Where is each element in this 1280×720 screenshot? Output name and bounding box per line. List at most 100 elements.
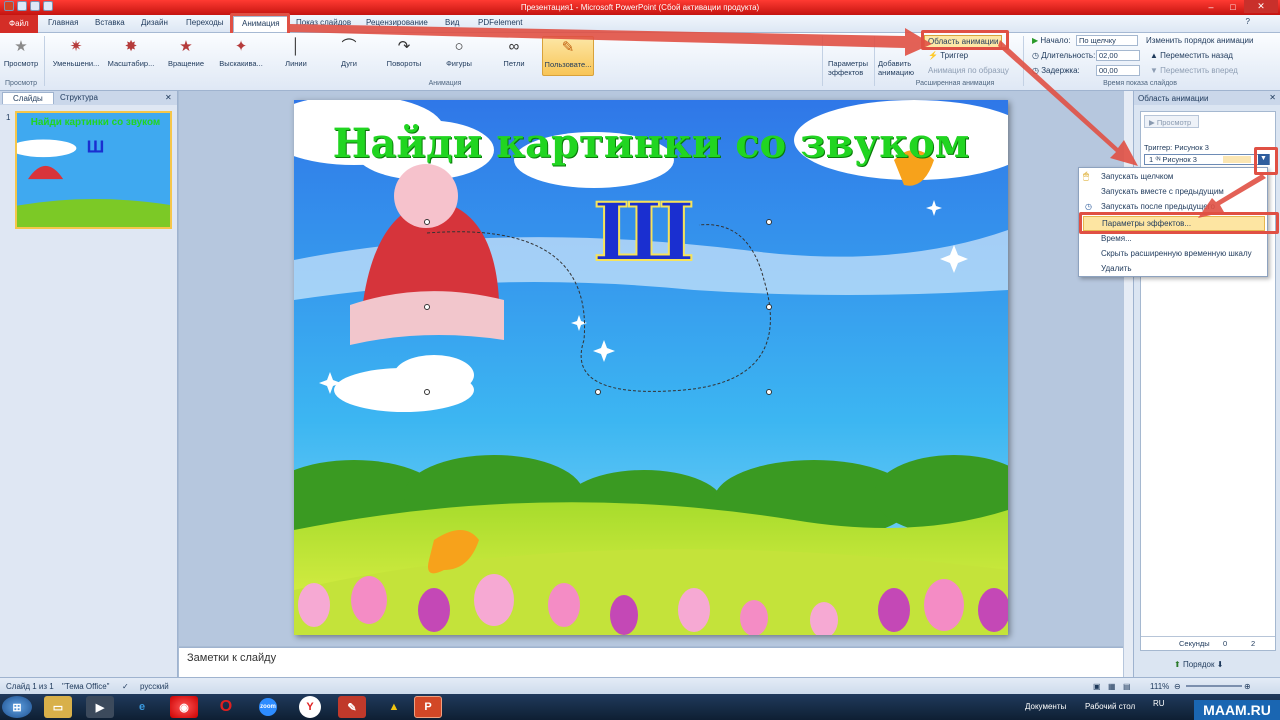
explorer-icon[interactable]: ▭ — [44, 696, 72, 718]
slide-thumbnail[interactable]: Найди картинки со звуком Ш — [15, 111, 172, 229]
zoom-app-icon[interactable]: zoom — [254, 696, 282, 718]
help-icon[interactable]: ? — [1246, 17, 1250, 26]
clock-icon: ◷ — [1032, 51, 1039, 60]
start-select[interactable]: По щелчку — [1076, 35, 1138, 46]
window-title: Презентация1 - Microsoft PowerPoint (Сбо… — [520, 3, 760, 12]
arrow-down-icon[interactable]: ⬇ — [1217, 660, 1224, 669]
desktop-toolbar[interactable]: Рабочий стол — [1085, 702, 1135, 711]
burst-star-icon: ✸ — [124, 38, 138, 55]
tab-transitions[interactable]: Переходы — [186, 18, 224, 27]
close-pane-icon[interactable]: ✕ — [165, 93, 172, 102]
spellcheck-icon[interactable]: ✓ — [122, 682, 129, 691]
move-back-button[interactable]: ▲ Переместить назад — [1150, 51, 1233, 60]
menu-item-start-after-previous[interactable]: Запускать после предыдущего — [1101, 202, 1215, 211]
anim-arcs[interactable]: ⌒ Дуги — [323, 36, 375, 76]
duration-label: ◷ Длительность: — [1032, 51, 1095, 60]
anim-custom[interactable]: ✎ Пользовате... — [542, 36, 594, 76]
tab-view[interactable]: Вид — [445, 18, 459, 27]
animation-painter-button[interactable]: Анимация по образцу — [928, 66, 1009, 75]
zoom-in-icon[interactable]: ⊕ — [1244, 682, 1251, 691]
clock-icon: ◷ — [1085, 202, 1092, 211]
view-normal-icon[interactable]: ▣ — [1093, 682, 1101, 691]
zoom-slider[interactable] — [1186, 685, 1242, 687]
anim-turns[interactable]: ↷ Повороты — [378, 36, 430, 76]
add-animation-button[interactable]: Добавить анимацию — [878, 59, 920, 77]
arrow-up-icon[interactable]: ⬆ — [1174, 660, 1181, 669]
language-indicator[interactable]: RU — [1153, 699, 1165, 708]
animation-item-label: 1 ⁽ᴺ Рисунок 3 — [1149, 155, 1197, 164]
start-button-icon[interactable]: ⊞ — [2, 696, 32, 718]
view-reading-icon[interactable]: ▤ — [1123, 682, 1131, 691]
anim-label: Выскакива... — [219, 59, 263, 68]
tab-insert[interactable]: Вставка — [95, 18, 125, 27]
svg-text:Найди картинки со звуком: Найди картинки со звуком — [31, 117, 160, 128]
close-pane-icon[interactable]: ✕ — [1269, 93, 1276, 102]
zoom-level[interactable]: 111% — [1150, 682, 1169, 691]
anim-shrink[interactable]: ✷ Уменьшени... — [50, 36, 102, 76]
reorder-label: Изменить порядок анимации — [1146, 36, 1254, 45]
close-icon[interactable]: ✕ — [1244, 0, 1278, 13]
trigger-label: Триггер: Рисунок 3 — [1144, 143, 1209, 152]
anim-bounce[interactable]: ✦ Выскакива... — [215, 36, 267, 76]
menu-item-timing[interactable]: Время... — [1101, 234, 1132, 243]
clock-icon: ◷ — [1032, 66, 1039, 75]
timeline-bar — [1223, 156, 1251, 163]
tab-home[interactable]: Главная — [48, 18, 78, 27]
documents-toolbar[interactable]: Документы — [1025, 702, 1066, 711]
zoom-out-icon[interactable]: ⊖ — [1174, 682, 1181, 691]
opera-icon[interactable]: O — [212, 696, 240, 718]
tab-pdfelement[interactable]: PDFelement — [478, 18, 522, 27]
maximize-icon[interactable]: □ — [1222, 0, 1244, 13]
highlight-effect-options — [1079, 212, 1279, 234]
tab-design[interactable]: Дизайн — [141, 18, 168, 27]
star-icon: ★ — [14, 38, 28, 55]
move-forward-button[interactable]: ▼ Переместить вперед — [1150, 66, 1238, 75]
chrome-icon[interactable]: ◉ — [170, 696, 198, 718]
arc-path-icon: ⌒ — [341, 38, 357, 55]
yandex-browser-icon[interactable]: Y — [299, 696, 321, 718]
highlight-dropdown — [1254, 147, 1278, 175]
turn-path-icon: ↷ — [397, 38, 411, 55]
menu-item-delete[interactable]: Удалить — [1101, 264, 1132, 273]
anim-zoom[interactable]: ✸ Масштабир... — [105, 36, 157, 76]
menu-item-hide-timeline[interactable]: Скрыть расширенную временную шкалу — [1101, 249, 1252, 258]
anim-loops[interactable]: ∞ Петли — [488, 36, 540, 76]
media-player-icon[interactable]: ▶ — [86, 696, 114, 718]
powerpoint-taskbar-icon[interactable]: P — [414, 696, 442, 718]
preview-button[interactable]: ★ Просмотр — [0, 36, 42, 76]
anim-label: Линии — [285, 59, 307, 68]
ribbon: ★ Просмотр Просмотр ✷ Уменьшени... ✸ Масшт… — [0, 33, 1280, 91]
anim-label: Вращение — [167, 59, 205, 68]
menu-item-start-on-click[interactable]: Запускать щелчком — [1101, 172, 1173, 181]
tab-slides[interactable]: Слайды — [2, 92, 54, 104]
tab-slideshow[interactable]: Показ слайдов — [296, 18, 351, 27]
tab-file[interactable]: Файл — [0, 15, 38, 33]
ie-icon[interactable]: e — [128, 696, 156, 718]
play-button[interactable]: ▶ Просмотр — [1144, 115, 1199, 128]
seconds-select[interactable]: Секунды — [1179, 639, 1210, 648]
anim-lines[interactable]: │ Линии — [270, 36, 322, 76]
tab-outline[interactable]: Структура — [60, 93, 98, 102]
drive-icon[interactable]: ▲ — [380, 696, 408, 718]
anim-shapes[interactable]: ○ Фигуры — [433, 36, 485, 76]
menu-item-start-with-previous[interactable]: Запускать вместе с предыдущим — [1101, 187, 1224, 196]
duration-input[interactable]: 02,00 — [1096, 50, 1140, 61]
notes-field[interactable]: Заметки к слайду — [179, 647, 1123, 677]
delay-input[interactable]: 00,00 — [1096, 65, 1140, 76]
star-icon: ★ — [179, 38, 193, 55]
anim-spin[interactable]: ★ Вращение — [160, 36, 212, 76]
anim-label: Петли — [503, 59, 525, 68]
tab-review[interactable]: Рецензирование — [366, 18, 428, 27]
group-animation-label: Анимация — [428, 80, 462, 87]
app-icon[interactable]: ✎ — [338, 696, 366, 718]
language[interactable]: русский — [140, 682, 169, 691]
slide-title[interactable]: Найди картинки со звуком — [294, 120, 1008, 167]
slide-canvas[interactable]: Ш Найди картинки со звуком — [294, 100, 1008, 635]
trigger-button[interactable]: ⚡ Триггер — [928, 51, 968, 60]
circle-path-icon: ○ — [454, 38, 464, 55]
taskbar: ⊞ ▭ ▶ e ◉ O zoom Y ✎ ▲ P Документы Рабоч… — [0, 694, 1280, 720]
view-sorter-icon[interactable]: ▦ — [1108, 682, 1116, 691]
minimize-icon[interactable]: – — [1200, 0, 1222, 13]
animation-item[interactable]: 1 ⁽ᴺ Рисунок 3 ▼ — [1144, 154, 1270, 165]
effect-params-button[interactable]: Параметры эффектов — [828, 59, 872, 77]
